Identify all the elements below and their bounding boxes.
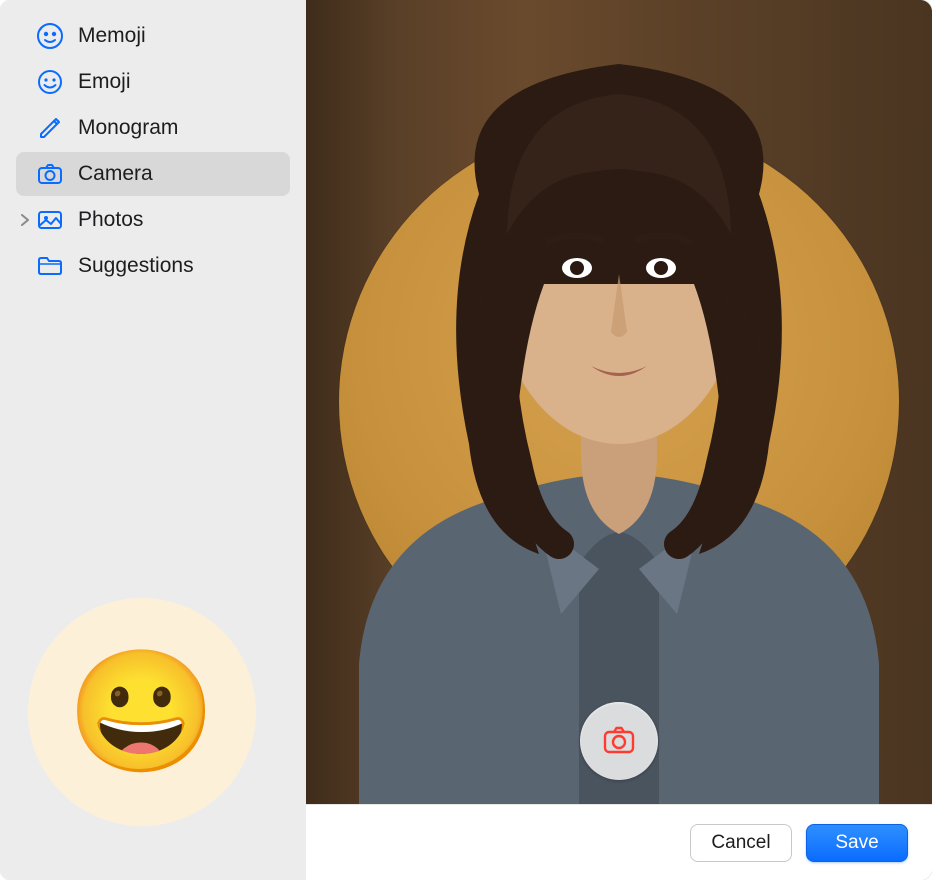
footer-toolbar: Cancel Save <box>306 804 932 880</box>
capture-photo-button[interactable] <box>580 702 658 780</box>
camera-shutter-icon <box>601 722 637 761</box>
sidebar-item-photos[interactable]: Photos <box>16 198 290 242</box>
sidebar-list: Memoji Emoji <box>16 14 290 288</box>
sidebar-item-label: Photos <box>78 208 143 232</box>
sidebar-item-monogram[interactable]: Monogram <box>16 106 290 150</box>
profile-picture-editor-window: Memoji Emoji <box>0 0 932 880</box>
current-avatar-preview: 😀 <box>28 598 256 826</box>
sidebar-item-memoji[interactable]: Memoji <box>16 14 290 58</box>
sidebar-item-label: Monogram <box>78 116 178 140</box>
sidebar: Memoji Emoji <box>0 0 306 880</box>
sidebar-item-emoji[interactable]: Emoji <box>16 60 290 104</box>
sidebar-item-label: Emoji <box>78 70 131 94</box>
chevron-right-icon[interactable] <box>18 213 32 227</box>
memoji-face-icon <box>36 22 64 50</box>
photos-icon <box>36 206 64 234</box>
current-avatar-emoji: 😀 <box>67 652 216 772</box>
folder-icon <box>36 252 64 280</box>
sidebar-item-camera[interactable]: Camera <box>16 152 290 196</box>
sidebar-item-label: Memoji <box>78 24 146 48</box>
sidebar-item-suggestions[interactable]: Suggestions <box>16 244 290 288</box>
pencil-icon <box>36 114 64 142</box>
camera-subject-illustration <box>306 24 932 804</box>
sidebar-item-label: Suggestions <box>78 254 194 278</box>
camera-icon <box>36 160 64 188</box>
main-panel: Cancel Save <box>306 0 932 880</box>
sidebar-item-label: Camera <box>78 162 153 186</box>
cancel-button[interactable]: Cancel <box>690 824 792 862</box>
emoji-smile-icon <box>36 68 64 96</box>
save-button[interactable]: Save <box>806 824 908 862</box>
camera-preview <box>306 0 932 804</box>
